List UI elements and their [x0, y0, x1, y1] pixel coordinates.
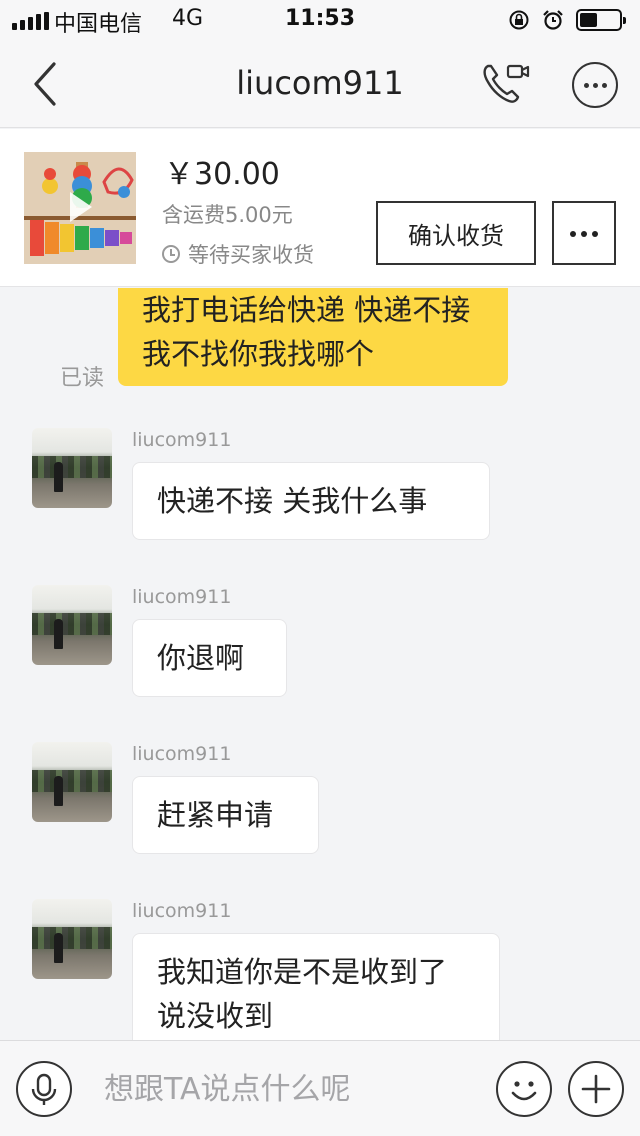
- avatar[interactable]: [32, 428, 112, 508]
- product-thumbnail[interactable]: [24, 152, 136, 264]
- message-bubble[interactable]: 我知道你是不是收到了 说没收到: [132, 933, 500, 1040]
- alarm-icon: [543, 10, 563, 30]
- shipping-fee: 含运费5.00元: [162, 203, 293, 227]
- more-options-button[interactable]: [572, 62, 618, 108]
- product-price: ￥30.00: [164, 157, 280, 192]
- outgoing-message-bubble[interactable]: 我打电话给快递 快递不接 我不找你我找哪个: [118, 288, 508, 386]
- avatar[interactable]: [32, 585, 112, 665]
- sender-name: liucom911: [132, 743, 232, 765]
- message-bubble[interactable]: 赶紧申请: [132, 776, 319, 854]
- message-bubble[interactable]: 你退啊: [132, 619, 287, 697]
- rotation-lock-icon: [509, 10, 529, 30]
- sender-name: liucom911: [132, 586, 232, 608]
- play-icon: [70, 192, 92, 222]
- order-more-button[interactable]: [552, 201, 616, 265]
- order-status: 等待买家收货: [162, 239, 314, 269]
- microphone-icon: [31, 1073, 57, 1105]
- status-bar: 中国电信 4G 11:53: [0, 0, 640, 40]
- product-card[interactable]: ￥30.00 含运费5.00元 等待买家收货 确认收货: [0, 129, 640, 287]
- avatar[interactable]: [32, 742, 112, 822]
- more-actions-button[interactable]: [568, 1061, 624, 1117]
- battery-icon: [576, 9, 626, 31]
- confirm-receipt-button[interactable]: 确认收货: [376, 201, 536, 265]
- read-receipt: 已读: [60, 366, 105, 391]
- smiley-icon: [511, 1081, 537, 1101]
- chat-messages[interactable]: 我打电话给快递 快递不接 我不找你我找哪个 已读 liucom911 快递不接 …: [0, 288, 640, 1040]
- message-input-bar: [0, 1040, 640, 1136]
- chat-title: liucom911: [236, 64, 404, 102]
- message-bubble[interactable]: 快递不接 关我什么事: [132, 462, 490, 540]
- avatar[interactable]: [32, 899, 112, 979]
- voice-input-button[interactable]: [16, 1061, 72, 1117]
- sender-name: liucom911: [132, 900, 232, 922]
- order-status-text: 等待买家收货: [188, 243, 314, 267]
- emoji-button[interactable]: [496, 1061, 552, 1117]
- video-call-button[interactable]: [480, 60, 530, 108]
- plus-icon: [581, 1074, 611, 1104]
- clock-icon: [162, 245, 180, 263]
- sender-name: liucom911: [132, 429, 232, 451]
- message-input[interactable]: [80, 1057, 480, 1121]
- nav-bar: liucom911: [0, 40, 640, 128]
